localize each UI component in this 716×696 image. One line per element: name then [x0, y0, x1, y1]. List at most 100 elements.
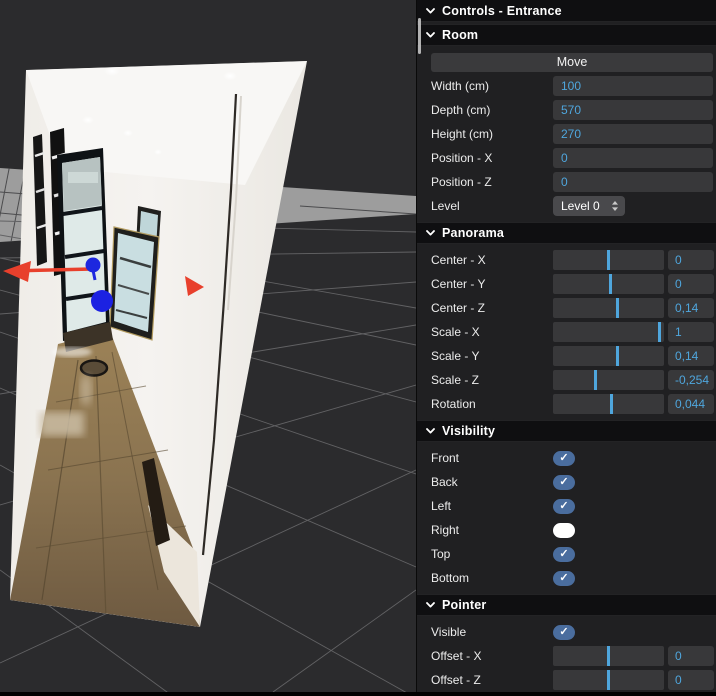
row-height-cm: Height (cm): [417, 122, 716, 146]
section-body-panorama: Center - X 0 Center - Y 0 Center - Z 0,14 Scal…: [417, 244, 716, 420]
row-label: Rotation: [431, 397, 476, 411]
row-scale-z: Scale - Z -0,254: [417, 368, 716, 392]
row-back: Back ✓: [417, 470, 716, 494]
position-x-input[interactable]: [553, 148, 713, 168]
slider-tick[interactable]: [610, 394, 613, 414]
updown-caret-icon: [611, 200, 619, 212]
row-left: Left ✓: [417, 494, 716, 518]
row-label: Level: [431, 199, 460, 213]
3d-viewport[interactable]: [0, 0, 416, 692]
center-y-value[interactable]: 0: [668, 274, 714, 294]
row-offset-z: Offset - Z 0: [417, 668, 716, 692]
section-title: Panorama: [442, 226, 505, 240]
right-checkbox[interactable]: [553, 522, 575, 538]
row-label: Top: [431, 547, 451, 561]
row-label: Offset - Z: [431, 673, 481, 687]
row-label: Front: [431, 451, 460, 465]
panel-title-bar[interactable]: Controls - Entrance: [417, 0, 716, 22]
offset-x-slider[interactable]: [553, 646, 664, 666]
row-scale-y: Scale - Y 0,14: [417, 344, 716, 368]
offset-x-value[interactable]: 0: [668, 646, 714, 666]
row-label: Depth (cm): [431, 103, 491, 117]
rotation-slider[interactable]: [553, 394, 664, 414]
select-value: Level 0: [561, 199, 600, 213]
row-label: Center - X: [431, 253, 486, 267]
rotation-value[interactable]: 0,044: [668, 394, 714, 414]
row-move: Move: [417, 50, 716, 74]
chevron-down-icon: [426, 602, 435, 608]
slider-tick[interactable]: [607, 250, 610, 270]
section-header-room[interactable]: Room: [417, 24, 716, 46]
slider-tick[interactable]: [609, 274, 612, 294]
row-scale-x: Scale - X 1: [417, 320, 716, 344]
section-body-pointer: Visible ✓ Offset - X 0 Offset - Z 0: [417, 616, 716, 696]
handle-large[interactable]: [91, 290, 113, 312]
position-z-input[interactable]: [553, 172, 713, 192]
depth-cm-input[interactable]: [553, 100, 713, 120]
center-y-slider[interactable]: [553, 274, 664, 294]
row-top: Top ✓: [417, 542, 716, 566]
scale-x-slider[interactable]: [553, 322, 664, 342]
row-label: Center - Z: [431, 301, 486, 315]
slider-tick[interactable]: [658, 322, 661, 342]
row-label: Center - Y: [431, 277, 486, 291]
scale-y-value[interactable]: 0,14: [668, 346, 714, 366]
handle-small[interactable]: [85, 257, 101, 273]
front-checkbox[interactable]: ✓: [553, 450, 575, 466]
scale-z-slider[interactable]: [553, 370, 664, 390]
row-label: Visible: [431, 625, 467, 639]
center-z-slider[interactable]: [553, 298, 664, 318]
slider-tick[interactable]: [607, 670, 610, 690]
scene-canvas[interactable]: [0, 0, 416, 692]
width-cm-input[interactable]: [553, 76, 713, 96]
row-label: Scale - Y: [431, 349, 480, 363]
center-x-value[interactable]: 0: [668, 250, 714, 270]
chevron-down-icon: [426, 428, 435, 434]
offset-z-value[interactable]: 0: [668, 670, 714, 690]
row-label: Position - X: [431, 151, 493, 165]
level-select[interactable]: Level 0: [553, 196, 625, 216]
row-label: Position - Z: [431, 175, 492, 189]
row-center-y: Center - Y 0: [417, 272, 716, 296]
row-position-x: Position - X: [417, 146, 716, 170]
section-title: Visibility: [442, 424, 496, 438]
floor-drain: [79, 359, 109, 377]
move-button[interactable]: Move: [431, 52, 713, 72]
section-title: Pointer: [442, 598, 487, 612]
chevron-down-icon: [426, 32, 435, 38]
section-header-visibility[interactable]: Visibility: [417, 420, 716, 442]
scrollbar-thumb[interactable]: [418, 18, 421, 54]
row-label: Offset - X: [431, 649, 482, 663]
slider-tick[interactable]: [616, 346, 619, 366]
scale-y-slider[interactable]: [553, 346, 664, 366]
section-title: Room: [442, 28, 479, 42]
row-label: Right: [431, 523, 460, 537]
visible-checkbox[interactable]: ✓: [553, 624, 575, 640]
row-visible: Visible ✓: [417, 620, 716, 644]
top-checkbox[interactable]: ✓: [553, 546, 575, 562]
section-header-panorama[interactable]: Panorama: [417, 222, 716, 244]
slider-tick[interactable]: [594, 370, 597, 390]
row-label: Width (cm): [431, 79, 489, 93]
section-body-visibility: Front ✓ Back ✓ Left ✓ Right Top ✓ Bottom ✓: [417, 442, 716, 594]
offset-z-slider[interactable]: [553, 670, 664, 690]
row-offset-x: Offset - X 0: [417, 644, 716, 668]
left-checkbox[interactable]: ✓: [553, 498, 575, 514]
center-x-slider[interactable]: [553, 250, 664, 270]
bottom-checkbox[interactable]: ✓: [553, 570, 575, 586]
row-width-cm: Width (cm): [417, 74, 716, 98]
section-header-pointer[interactable]: Pointer: [417, 594, 716, 616]
controls-panel: Controls - Entrance Room Move Width (cm) De…: [416, 0, 716, 692]
row-rotation: Rotation 0,044: [417, 392, 716, 416]
back-checkbox[interactable]: ✓: [553, 474, 575, 490]
row-front: Front ✓: [417, 446, 716, 470]
scale-x-value[interactable]: 1: [668, 322, 714, 342]
center-z-value[interactable]: 0,14: [668, 298, 714, 318]
row-center-z: Center - Z 0,14: [417, 296, 716, 320]
scale-z-value[interactable]: -0,254: [668, 370, 714, 390]
slider-tick[interactable]: [616, 298, 619, 318]
row-right: Right: [417, 518, 716, 542]
slider-tick[interactable]: [607, 646, 610, 666]
height-cm-input[interactable]: [553, 124, 713, 144]
chevron-down-icon: [426, 230, 435, 236]
